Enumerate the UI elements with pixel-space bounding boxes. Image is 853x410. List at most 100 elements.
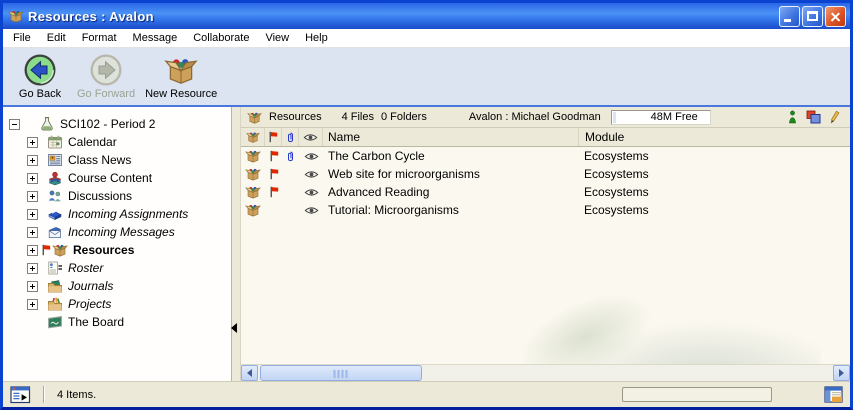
tree-item-course[interactable]: SCI102 - Period 2 [3, 115, 231, 133]
panel-toggle-icon[interactable] [10, 386, 31, 404]
panel-header-tools [788, 110, 844, 124]
free-space-label: 48M Free [651, 111, 698, 123]
column-visibility[interactable] [299, 128, 323, 146]
chevron-right-icon [839, 369, 844, 377]
overlapping-squares-icon[interactable] [806, 110, 821, 124]
resource-row[interactable]: Web site for microorganisms Ecosystems [241, 165, 850, 183]
menu-view[interactable]: View [257, 30, 297, 46]
resource-name: The Carbon Cycle [323, 147, 578, 165]
expand-icon[interactable] [27, 209, 38, 220]
expand-icon[interactable] [27, 281, 38, 292]
close-button[interactable] [825, 6, 846, 27]
tree-item-resources[interactable]: Resources [3, 241, 231, 259]
roster-icon [47, 260, 63, 276]
menu-help[interactable]: Help [297, 30, 336, 46]
column-module[interactable]: Module [578, 128, 850, 146]
expand-icon[interactable] [27, 227, 38, 238]
expand-icon[interactable] [27, 263, 38, 274]
tree-item-class-news[interactable]: Class News [3, 151, 231, 169]
resource-name: Web site for microorganisms [323, 165, 578, 183]
new-resource-icon [164, 53, 198, 87]
expand-icon[interactable] [27, 137, 38, 148]
course-tree: SCI102 - Period 2 Calendar [3, 107, 232, 381]
resource-module: Ecosystems [578, 201, 850, 219]
tree-item-course-content[interactable]: Course Content [3, 169, 231, 187]
background-watermark [571, 322, 821, 364]
minimize-button[interactable] [779, 6, 800, 27]
column-name[interactable]: Name [323, 128, 578, 146]
go-forward-icon [89, 53, 123, 87]
panel-splitter[interactable] [232, 107, 240, 381]
main-area: SCI102 - Period 2 Calendar [3, 107, 850, 381]
new-resource-button[interactable]: New Resource [145, 53, 217, 100]
maximize-button[interactable] [802, 6, 823, 27]
collapse-arrow-icon[interactable] [231, 323, 237, 333]
flag-icon [269, 186, 279, 198]
expand-icon[interactable] [27, 155, 38, 166]
tree-item-projects[interactable]: Projects [3, 295, 231, 313]
resource-row[interactable]: Tutorial: Microorganisms Ecosystems [241, 201, 850, 219]
paperclip-icon [286, 131, 295, 144]
scroll-right-button[interactable] [833, 365, 850, 381]
expand-icon[interactable] [27, 173, 38, 184]
collapse-expander-icon[interactable] [9, 119, 20, 130]
tree-item-label: Projects [68, 296, 111, 312]
eye-icon [304, 188, 319, 197]
tree-item-journals[interactable]: Journals [3, 277, 231, 295]
column-type[interactable] [241, 128, 265, 146]
resource-module: Ecosystems [578, 165, 850, 183]
column-headers: Name Module [241, 128, 850, 147]
tree-item-incoming-assignments[interactable]: Incoming Assignments [3, 205, 231, 223]
column-attachment[interactable] [282, 128, 299, 146]
menu-file[interactable]: File [5, 30, 39, 46]
messages-icon [47, 224, 63, 240]
expand-icon[interactable] [27, 191, 38, 202]
flag-icon [268, 131, 278, 143]
calendar-icon [47, 134, 63, 150]
resource-module: Ecosystems [578, 183, 850, 201]
go-back-label: Go Back [19, 89, 61, 100]
flag-icon [41, 244, 51, 256]
resource-row[interactable]: Advanced Reading Ecosystems [241, 183, 850, 201]
flag-icon [269, 168, 279, 180]
pencil-icon[interactable] [830, 110, 840, 124]
window-controls [779, 6, 846, 27]
resource-box-icon [245, 184, 261, 200]
tree-item-roster[interactable]: Roster [3, 259, 231, 277]
paperclip-icon [286, 150, 295, 163]
app-icon [8, 8, 24, 24]
resource-name: Tutorial: Microorganisms [323, 201, 578, 219]
scrollbar-thumb[interactable] [260, 365, 422, 381]
status-separator [43, 386, 45, 403]
expand-icon[interactable] [27, 299, 38, 310]
flag-icon [269, 150, 279, 162]
chevron-left-icon [247, 369, 252, 377]
expand-icon[interactable] [27, 245, 38, 256]
tree-item-discussions[interactable]: Discussions [3, 187, 231, 205]
menu-format[interactable]: Format [74, 30, 125, 46]
scroll-left-button[interactable] [241, 365, 258, 381]
column-flag[interactable] [265, 128, 282, 146]
account-label: Avalon : Michael Goodman [469, 111, 601, 123]
tree-item-calendar[interactable]: Calendar [3, 133, 231, 151]
menu-edit[interactable]: Edit [39, 30, 74, 46]
go-back-button[interactable]: Go Back [13, 53, 67, 100]
layout-window-icon[interactable] [824, 386, 843, 403]
tree-item-label: Calendar [68, 134, 117, 150]
menu-collaborate[interactable]: Collaborate [185, 30, 257, 46]
tree-item-label: SCI102 - Period 2 [60, 116, 155, 132]
resource-box-icon [245, 148, 261, 164]
go-forward-button[interactable]: Go Forward [77, 53, 135, 100]
eye-icon [304, 206, 319, 215]
new-resource-label: New Resource [145, 89, 217, 100]
tree-item-incoming-messages[interactable]: Incoming Messages [3, 223, 231, 241]
titlebar[interactable]: Resources : Avalon [3, 3, 850, 29]
tree-item-label: Discussions [68, 188, 132, 204]
horizontal-scrollbar[interactable] [241, 364, 850, 381]
menu-message[interactable]: Message [125, 30, 186, 46]
folders-count: 0 Folders [381, 111, 427, 123]
resource-row[interactable]: The Carbon Cycle Ecosystems [241, 147, 850, 165]
tree-item-label: Resources [73, 242, 134, 258]
tree-item-the-board[interactable]: The Board [3, 313, 231, 331]
person-icon[interactable] [788, 110, 797, 124]
